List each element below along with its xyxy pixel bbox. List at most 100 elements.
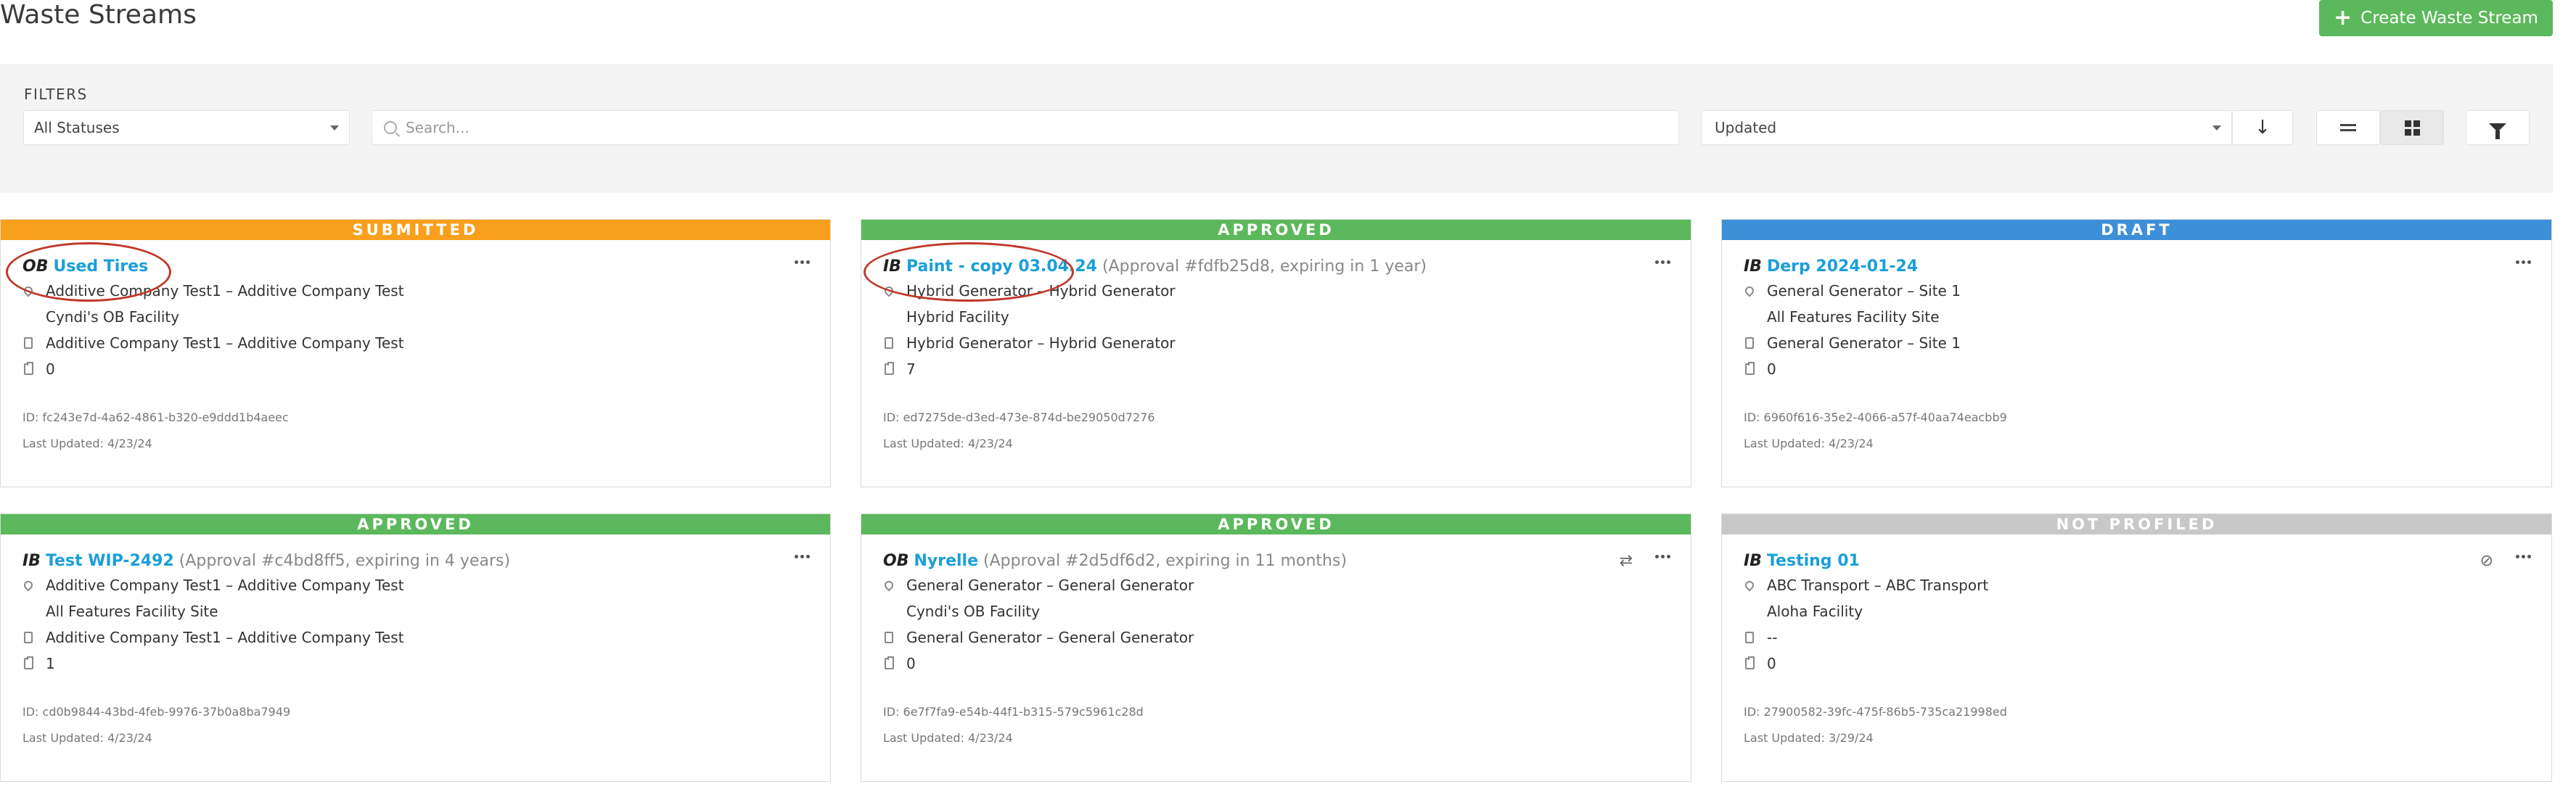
record-id: ID: 27900582-39fc-475f-86b5-735ca21998ed xyxy=(1744,705,2007,719)
waste-stream-card[interactable]: APPROVED IB Paint - copy 03.04.24 (Appro… xyxy=(861,219,1691,487)
search-input[interactable]: Search... xyxy=(372,110,1679,145)
chevron-down-icon xyxy=(2212,125,2221,131)
generator-text: General Generator – General Generator xyxy=(906,577,1194,594)
generator-text: General Generator – Site 1 xyxy=(1767,282,1961,300)
direction-label: IB xyxy=(1744,552,1762,570)
more-options-icon[interactable] xyxy=(2516,555,2531,558)
facility-text: Aloha Facility xyxy=(1767,603,1863,620)
grid-view-icon xyxy=(2404,120,2420,136)
clipboard-icon xyxy=(23,656,33,669)
document-icon xyxy=(885,337,893,349)
direction-label: IB xyxy=(22,552,41,570)
last-updated: Last Updated: 4/23/24 xyxy=(1744,437,1874,450)
status-select-value: All Statuses xyxy=(34,119,120,136)
profile-text: General Generator – General Generator xyxy=(906,629,1194,646)
filter-icon xyxy=(2489,123,2506,139)
count-text: 0 xyxy=(1767,360,1776,378)
filters-label: FILTERS xyxy=(24,86,88,103)
approval-info: (Approval #fdfb25d8, expiring in 1 year) xyxy=(1102,257,1427,276)
last-updated: Last Updated: 4/23/24 xyxy=(883,437,1013,450)
count-text: 1 xyxy=(46,655,55,672)
location-pin-icon xyxy=(882,579,895,592)
search-placeholder: Search... xyxy=(406,119,469,136)
status-banner: DRAFT xyxy=(1722,220,2551,240)
count-text: 0 xyxy=(906,655,916,672)
create-waste-stream-label: Create Waste Stream xyxy=(2360,9,2538,28)
direction-label: IB xyxy=(883,257,901,276)
direction-label: OB xyxy=(22,257,49,276)
profile-text: -- xyxy=(1767,629,1778,646)
document-icon xyxy=(24,337,33,349)
profile-text: Additive Company Test1 – Additive Compan… xyxy=(46,629,404,646)
status-banner: APPROVED xyxy=(861,220,1691,240)
sort-direction-button[interactable]: ↓ xyxy=(2232,110,2293,145)
document-icon xyxy=(1745,337,1754,349)
transfer-people-icon[interactable]: ⇄ xyxy=(1620,552,1633,570)
generator-text: Hybrid Generator – Hybrid Generator xyxy=(906,282,1176,300)
location-off-icon[interactable]: ⊘ xyxy=(2480,552,2493,570)
more-options-icon[interactable] xyxy=(795,260,810,264)
waste-stream-name-link[interactable]: Derp 2024-01-24 xyxy=(1767,257,1918,276)
status-banner: SUBMITTED xyxy=(1,220,830,240)
record-id: ID: cd0b9844-43bd-4feb-9976-37b0a8ba7949 xyxy=(22,705,291,719)
clipboard-icon xyxy=(884,362,894,375)
generator-text: ABC Transport – ABC Transport xyxy=(1767,577,1989,594)
clipboard-icon xyxy=(884,656,894,669)
more-options-icon[interactable] xyxy=(1655,555,1670,558)
clipboard-icon xyxy=(1744,656,1755,669)
waste-stream-name-link[interactable]: Paint - copy 03.04.24 xyxy=(906,257,1097,276)
generator-text: Additive Company Test1 – Additive Compan… xyxy=(46,577,404,594)
plus-icon: + xyxy=(2334,5,2353,30)
record-id: ID: fc243e7d-4a62-4861-b320-e9ddd1b4aeec xyxy=(22,410,289,424)
generator-text: Additive Company Test1 – Additive Compan… xyxy=(46,282,404,300)
approval-info: (Approval #c4bd8ff5, expiring in 4 years… xyxy=(179,552,511,570)
facility-text: Hybrid Facility xyxy=(906,308,1009,326)
waste-stream-card[interactable]: APPROVED OB Nyrelle (Approval #2d5df6d2,… xyxy=(861,513,1691,782)
waste-stream-name-link[interactable]: Test WIP-2492 xyxy=(46,552,174,570)
profile-text: Additive Company Test1 – Additive Compan… xyxy=(46,334,404,352)
waste-stream-name-link[interactable]: Testing 01 xyxy=(1767,552,1860,570)
document-icon xyxy=(24,632,33,643)
waste-stream-name-link[interactable]: Nyrelle xyxy=(914,552,978,570)
status-banner: APPROVED xyxy=(1,514,830,534)
record-id: ID: 6960f616-35e2-4066-a57f-40aa74eacbb9 xyxy=(1744,410,2007,424)
document-icon xyxy=(885,632,893,643)
waste-stream-card[interactable]: DRAFT IB Derp 2024-01-24 General Generat… xyxy=(1721,219,2552,487)
record-id: ID: 6e7f7fa9-e54b-44f1-b315-579c5961c28d xyxy=(883,705,1144,719)
last-updated: Last Updated: 4/23/24 xyxy=(883,731,1013,745)
more-options-icon[interactable] xyxy=(2516,260,2531,264)
status-banner: APPROVED xyxy=(861,514,1691,534)
location-pin-icon xyxy=(1743,284,1756,297)
count-text: 7 xyxy=(906,360,916,378)
location-pin-icon xyxy=(22,284,35,297)
waste-stream-card[interactable]: APPROVED IB Test WIP-2492 (Approval #c4b… xyxy=(0,513,831,782)
arrow-down-icon: ↓ xyxy=(2255,117,2271,139)
location-pin-icon xyxy=(882,284,895,297)
last-updated: Last Updated: 4/23/24 xyxy=(22,437,152,450)
search-icon xyxy=(384,121,397,134)
more-options-icon[interactable] xyxy=(795,555,810,558)
filter-button[interactable] xyxy=(2466,110,2530,145)
sort-select[interactable]: Updated xyxy=(1701,110,2232,145)
facility-text: Cyndi's OB Facility xyxy=(46,308,180,326)
waste-stream-card[interactable]: SUBMITTED OB Used Tires Additive Company… xyxy=(0,219,831,487)
direction-label: IB xyxy=(1744,257,1762,276)
grid-view-button[interactable] xyxy=(2380,110,2444,145)
status-banner: NOT PROFILED xyxy=(1722,514,2551,534)
direction-label: OB xyxy=(883,552,909,570)
last-updated: Last Updated: 4/23/24 xyxy=(22,731,152,745)
list-view-button[interactable] xyxy=(2316,110,2380,145)
facility-text: All Features Facility Site xyxy=(1767,308,1940,326)
waste-stream-card[interactable]: NOT PROFILED IB Testing 01 ⊘ ABC Transpo… xyxy=(1721,513,2552,782)
document-icon xyxy=(1745,632,1754,643)
profile-text: General Generator – Site 1 xyxy=(1767,334,1961,352)
waste-stream-name-link[interactable]: Used Tires xyxy=(53,257,148,276)
clipboard-icon xyxy=(23,362,33,375)
record-id: ID: ed7275de-d3ed-473e-874d-be29050d7276 xyxy=(883,410,1155,424)
facility-text: All Features Facility Site xyxy=(46,603,218,620)
profile-text: Hybrid Generator – Hybrid Generator xyxy=(906,334,1176,352)
create-waste-stream-button[interactable]: + Create Waste Stream xyxy=(2319,0,2553,36)
more-options-icon[interactable] xyxy=(1655,260,1670,264)
status-select[interactable]: All Statuses xyxy=(23,110,350,145)
count-text: 0 xyxy=(1767,655,1776,672)
